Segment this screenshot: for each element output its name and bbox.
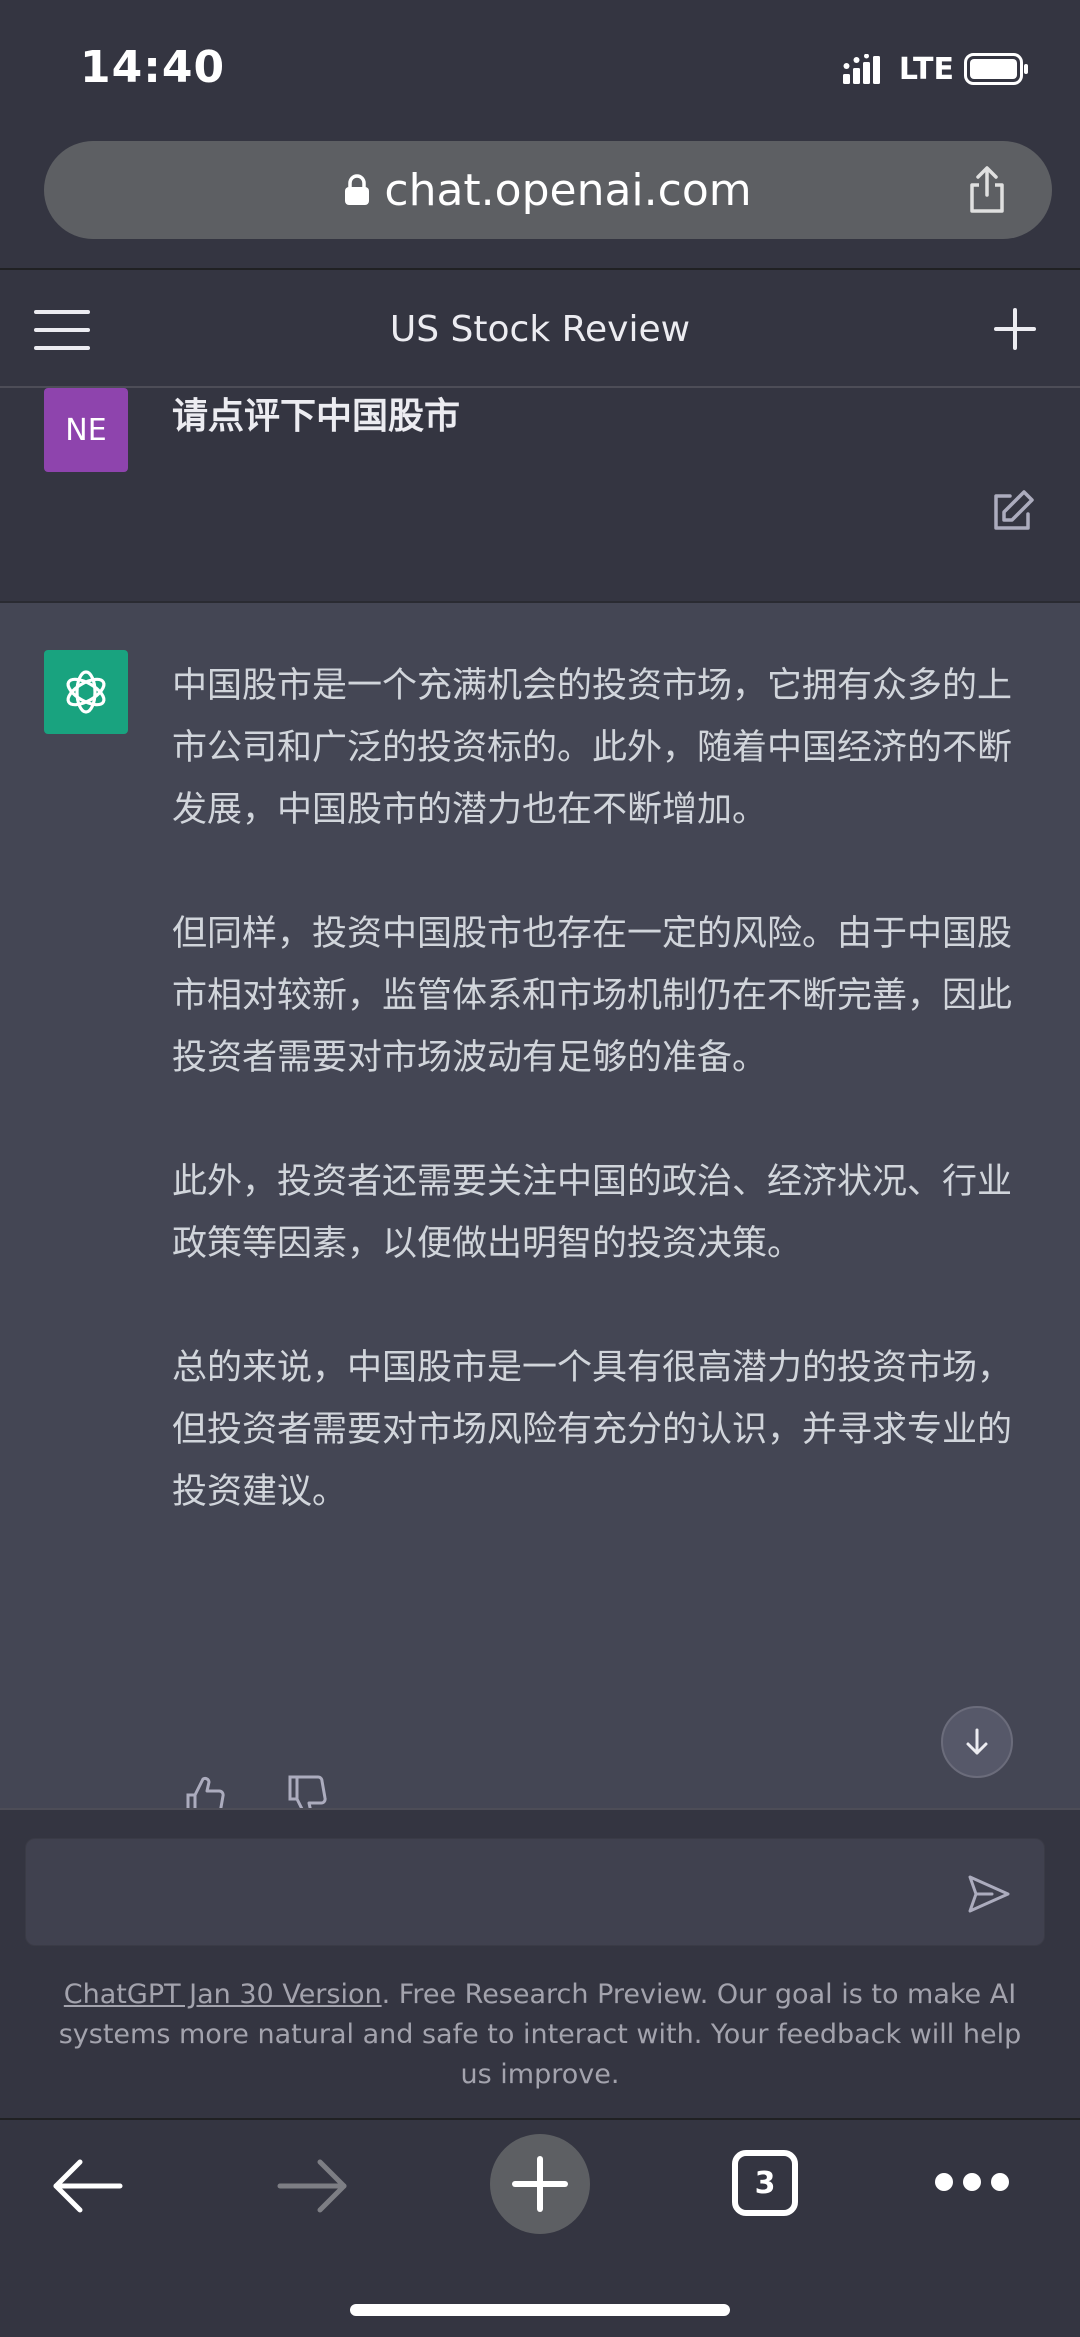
thumbs-up-icon[interactable]: [180, 1773, 228, 1808]
input-area: ChatGPT Jan 30 Version. Free Research Pr…: [0, 1808, 1080, 2118]
user-message: NE 请点评下中国股市: [0, 388, 1080, 603]
signal-bars-icon: [842, 54, 880, 84]
openai-logo-icon: [66, 670, 106, 714]
status-bar: 14:40 LTE: [0, 0, 1080, 135]
page: 14:40 LTE chat.openai.com US Stock Revie…: [0, 0, 1080, 2337]
assistant-paragraph: 总的来说，中国股市是一个具有很高潜力的投资市场，但投资者需要对市场风险有充分的认…: [172, 1348, 1013, 1512]
user-message-text: 请点评下中国股市: [172, 396, 461, 437]
plus-icon[interactable]: [990, 304, 1040, 354]
version-link[interactable]: ChatGPT Jan 30 Version: [64, 1979, 382, 2010]
status-indicators: LTE: [842, 51, 1030, 87]
share-icon[interactable]: [962, 165, 1012, 215]
tab-switcher-button[interactable]: 3: [732, 2150, 798, 2216]
url-display[interactable]: chat.openai.com: [44, 141, 1052, 239]
assistant-message-text: 中国股市是一个充满机会的投资市场，它拥有众多的上市公司和广泛的投资标的。此外，随…: [172, 655, 1012, 1585]
send-icon[interactable]: [966, 1871, 1012, 1917]
chat-title: US Stock Review: [389, 308, 691, 350]
thumbs-down-icon[interactable]: [282, 1773, 330, 1808]
back-arrow-icon[interactable]: [52, 2158, 124, 2214]
url-text: chat.openai.com: [384, 164, 752, 216]
assistant-message: 中国股市是一个充满机会的投资市场，它拥有众多的上市公司和广泛的投资标的。此外，随…: [0, 603, 1080, 1808]
arrow-down-icon: [966, 1728, 988, 1755]
footer-disclaimer: ChatGPT Jan 30 Version. Free Research Pr…: [40, 1975, 1040, 2095]
assistant-paragraph: 此外，投资者还需要关注中国的政治、经济状况、行业政策等因素，以便做出明智的投资决…: [172, 1162, 1013, 1264]
battery-icon: [964, 53, 1028, 85]
message-input[interactable]: [25, 1838, 1045, 1946]
status-time: 14:40: [80, 42, 226, 93]
url-bar[interactable]: chat.openai.com: [44, 141, 1052, 239]
browser-toolbar: 3: [0, 2118, 1080, 2337]
chat-header: US Stock Review: [0, 270, 1080, 388]
assistant-paragraph: 但同样，投资中国股市也存在一定的风险。由于中国股市相对较新，监管体系和市场机制仍…: [172, 914, 1013, 1078]
plus-icon: [512, 2156, 568, 2212]
scroll-to-bottom-button[interactable]: [941, 1706, 1013, 1778]
lock-icon: [345, 174, 370, 205]
chatgpt-avatar: [44, 650, 128, 734]
edit-icon[interactable]: [988, 488, 1036, 536]
more-options-icon[interactable]: [934, 2172, 1010, 2192]
home-indicator: [350, 2304, 730, 2316]
forward-arrow-icon[interactable]: [276, 2158, 348, 2214]
user-avatar: NE: [44, 388, 128, 472]
new-tab-button[interactable]: [490, 2134, 590, 2234]
assistant-paragraph: 中国股市是一个充满机会的投资市场，它拥有众多的上市公司和广泛的投资标的。此外，随…: [172, 666, 1013, 830]
network-type: LTE: [898, 51, 954, 87]
browser-url-area: chat.openai.com: [0, 135, 1080, 270]
